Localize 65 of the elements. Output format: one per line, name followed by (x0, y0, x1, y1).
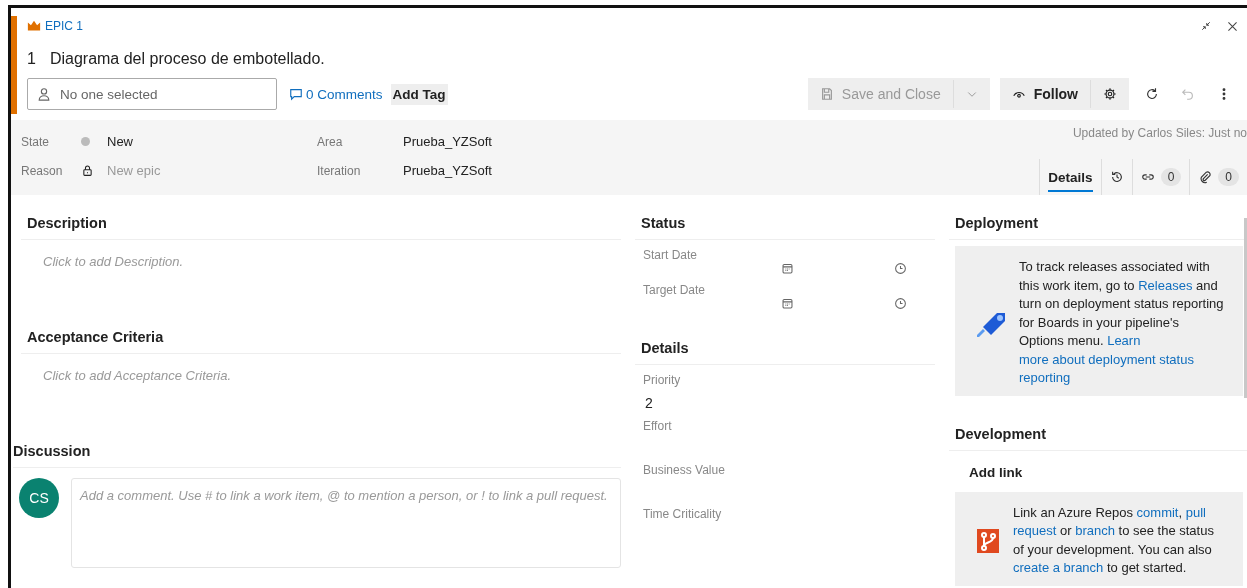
description-field[interactable]: Click to add Description. (21, 240, 621, 321)
add-tag-button[interactable]: Add Tag (390, 83, 448, 105)
text-link[interactable]: request (1013, 523, 1057, 538)
field-label: Effort (642, 418, 673, 433)
gear-icon (1103, 87, 1117, 101)
work-item-title[interactable]: Diagrama del proceso de embotellado. (49, 50, 325, 68)
save-icon (819, 87, 834, 101)
history-icon (1109, 170, 1124, 184)
updated-text: Updated by Carlos Siles: Just no (1072, 126, 1247, 140)
section-heading: Details (635, 332, 935, 365)
section-heading: Status (635, 207, 935, 240)
attachments-tab[interactable]: 0 (1189, 159, 1247, 195)
collapse-icon (1200, 19, 1212, 32)
attachment-count: 0 (1218, 168, 1239, 186)
field-label: State (21, 134, 51, 149)
links-tab[interactable]: 0 (1131, 159, 1190, 195)
assignee-field[interactable]: No one selected (27, 78, 277, 110)
field-label: Start Date (642, 247, 699, 262)
section-heading: Acceptance Criteria (21, 321, 621, 354)
field-value[interactable]: 2 (635, 387, 935, 411)
close-icon (1226, 19, 1239, 33)
text-link[interactable]: branch (1075, 523, 1115, 538)
clock-icon (894, 297, 907, 310)
section-heading: Discussion (13, 435, 621, 468)
text-link[interactable]: pull (1185, 504, 1206, 520)
field-value[interactable]: Prueba_YZSoft (403, 134, 603, 149)
comment-field[interactable]: Add a comment. Use # to link a work item, @ to mention a person, or ! to link a pull request. (71, 478, 621, 568)
work-item-type: EPIC 1 (45, 19, 83, 33)
crown-icon (27, 19, 41, 33)
calendar-icon (781, 262, 794, 275)
text-link[interactable]: create a branch (1013, 560, 1104, 575)
calendar-icon (781, 297, 794, 310)
field-label: Area (317, 134, 344, 149)
details-tab[interactable]: Details (1039, 159, 1101, 195)
user-avatar: CS (19, 478, 59, 518)
paperclip-icon (1198, 170, 1213, 184)
field-label: Iteration (317, 163, 362, 178)
text-link[interactable]: Learn (1107, 333, 1141, 348)
link-count: 0 (1160, 168, 1182, 186)
acceptance-criteria-field[interactable]: Click to add Acceptance Criteria. (21, 354, 621, 435)
field-label: Target Date (642, 282, 707, 297)
text-link[interactable]: reporting (1019, 370, 1071, 385)
comments-link[interactable]: 0 Comments (289, 86, 383, 102)
text-link[interactable]: more about deployment status (1019, 351, 1194, 367)
refresh-icon (1145, 87, 1159, 101)
field-label: Reason (21, 163, 64, 178)
text-link[interactable]: Releases (1138, 277, 1193, 293)
add-link-button[interactable]: Add link (949, 450, 1247, 486)
state-dot-icon (81, 137, 90, 146)
comment-icon (289, 87, 303, 101)
field-label: Priority (642, 372, 682, 387)
work-item-id: 1 (27, 50, 36, 68)
person-icon (37, 87, 51, 101)
development-text: Link an Azure Repos commit, pull request or branch to see the status of your development. You can also create a branch to get started. (1013, 503, 1215, 577)
section-heading: Development (949, 417, 1247, 451)
lock-icon (81, 164, 94, 177)
field-value[interactable]: New (107, 134, 307, 149)
field-value[interactable]: Prueba_YZSoft (403, 163, 603, 178)
field-value[interactable]: New epic (107, 163, 307, 178)
field-label: Business Value (642, 462, 726, 477)
field-label: Time Criticality (642, 506, 723, 521)
clock-icon (894, 262, 907, 275)
undo-icon (1181, 87, 1195, 101)
section-heading: Description (21, 207, 621, 240)
deployment-text: To track releases associated with this work item, go to Releases and turn on deployment status reporting for Boards in your pipeline's Options menu. Learn more about deployment status reporting (1019, 258, 1225, 387)
